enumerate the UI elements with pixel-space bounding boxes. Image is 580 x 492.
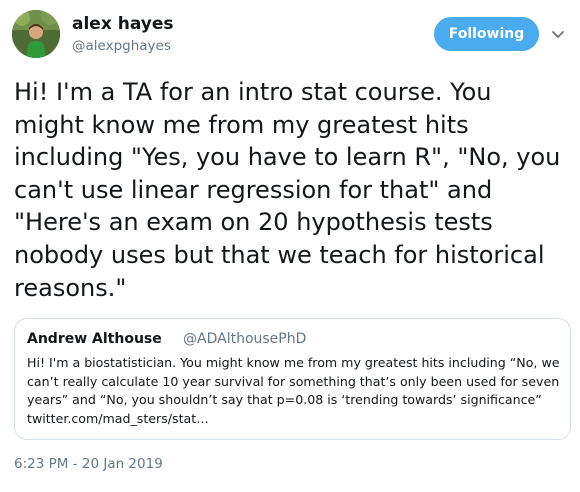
tweet-timestamp[interactable]: 6:23 PM - 20 Jan 2019 <box>14 456 163 472</box>
tweet-text-line: "Here's an exam on 20 hypothesis tests <box>14 208 493 237</box>
quoted-text-line: can’t really calculate 10 year survival … <box>27 373 560 389</box>
quoted-text-line: Hi! I'm a biostatistician. You might kno… <box>27 355 560 370</box>
tweet-text-line: reasons." <box>14 273 127 302</box>
quoted-author-handle: @ADAlthousePhD <box>183 331 307 347</box>
quoted-tweet-text: Hi! I'm a biostatistician. You might kno… <box>27 354 562 428</box>
tweet-text: Hi! I'm a TA for an intro stat course. Y… <box>14 76 574 304</box>
quoted-tweet-link[interactable]: twitter.com/mad_sters/stat… <box>27 410 562 429</box>
avatar[interactable] <box>12 10 60 58</box>
tweet-text-line: might know me from my greatest hits <box>14 110 469 139</box>
tweet-text-line: including "Yes, you have to learn R", "N… <box>14 143 561 172</box>
author-handle[interactable]: @alexpghayes <box>72 38 171 54</box>
following-button-label: Following <box>448 26 525 42</box>
author-name[interactable]: alex hayes <box>72 14 174 34</box>
avatar-image <box>12 10 60 58</box>
tweet-card: alex hayes @alexpghayes Following Hi! I'… <box>0 0 580 492</box>
quoted-text-line: years” and “No, you shouldn’t say that p… <box>27 392 542 407</box>
tweet-text-line: Hi! I'm a TA for an intro stat course. Y… <box>14 78 492 106</box>
tweet-text-line: nobody uses but that we teach for histor… <box>14 240 545 269</box>
quoted-author-name: Andrew Althouse <box>27 331 162 347</box>
tweet-text-line: can't use linear regression for that" an… <box>14 175 493 204</box>
quoted-tweet[interactable]: Andrew Althouse @ADAlthousePhD Hi! I'm a… <box>14 318 571 440</box>
chevron-down-icon[interactable] <box>550 26 566 42</box>
following-button[interactable]: Following <box>434 17 539 51</box>
